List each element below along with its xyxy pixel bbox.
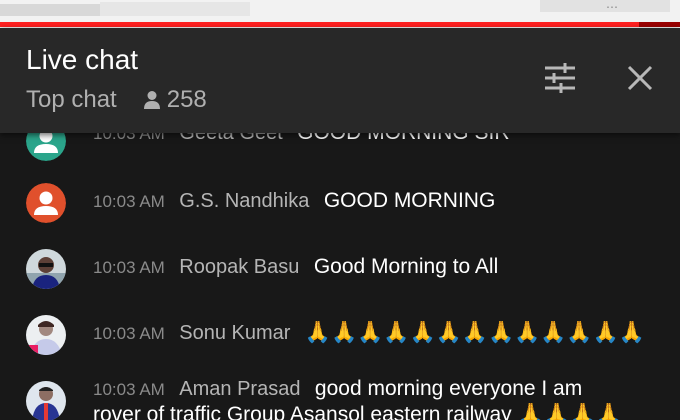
viewer-count: 258 bbox=[166, 86, 207, 113]
message-time: 10:03 AM bbox=[93, 324, 165, 343]
message-time: 10:03 AM bbox=[93, 380, 165, 399]
message-author[interactable]: Sonu Kumar bbox=[179, 322, 290, 344]
message-text: GOOD MORNING SIR bbox=[297, 133, 509, 144]
tab-strip-right bbox=[540, 0, 670, 12]
overflow-dots-icon: ⋯ bbox=[606, 0, 620, 14]
chat-subheader: Top chat 258 bbox=[26, 86, 207, 114]
close-icon bbox=[627, 65, 653, 91]
user-photo-avatar bbox=[26, 381, 66, 420]
message-author[interactable]: Roopak Basu bbox=[179, 256, 299, 278]
user-photo-avatar bbox=[26, 249, 66, 289]
message-text: GOOD MORNING bbox=[323, 189, 496, 212]
browser-top-strip: ⋯ bbox=[0, 0, 680, 28]
message-time: 10:03 AM bbox=[93, 192, 165, 211]
chat-message-list[interactable]: 10:03 AM Geeta Geet GOOD MORNING SIR 10:… bbox=[0, 133, 680, 420]
message-time: 10:03 AM bbox=[93, 133, 165, 143]
user-photo-avatar bbox=[26, 315, 66, 355]
message-text-continued: rover of traffic Group Asansol eastern r… bbox=[93, 403, 623, 420]
message-author[interactable]: G.S. Nandhika bbox=[179, 190, 309, 212]
default-avatar-icon bbox=[26, 133, 66, 161]
message-author[interactable]: Geeta Geet bbox=[179, 133, 282, 144]
person-icon bbox=[143, 91, 160, 109]
tab-strip-left bbox=[0, 4, 100, 16]
tab-strip-middle bbox=[100, 2, 250, 16]
default-avatar-icon bbox=[26, 183, 66, 223]
close-chat-button[interactable] bbox=[620, 58, 660, 98]
top-chat-dropdown[interactable]: Top chat bbox=[26, 86, 117, 114]
message-time: 10:03 AM bbox=[93, 258, 165, 277]
message-text: 🙏🙏🙏🙏🙏🙏🙏🙏🙏🙏🙏🙏🙏 bbox=[304, 321, 645, 344]
live-chat-header: Live chat Top chat 258 bbox=[0, 28, 680, 133]
message-author[interactable]: Aman Prasad bbox=[179, 378, 300, 400]
chat-filter-button[interactable] bbox=[540, 58, 580, 98]
message-text: Good Morning to All bbox=[313, 255, 499, 278]
video-progress-bar[interactable] bbox=[0, 22, 680, 27]
chat-title: Live chat bbox=[26, 44, 139, 75]
sliders-icon bbox=[545, 63, 575, 93]
message-text: good morning everyone I am bbox=[314, 377, 583, 400]
video-progress-fill bbox=[0, 22, 640, 27]
